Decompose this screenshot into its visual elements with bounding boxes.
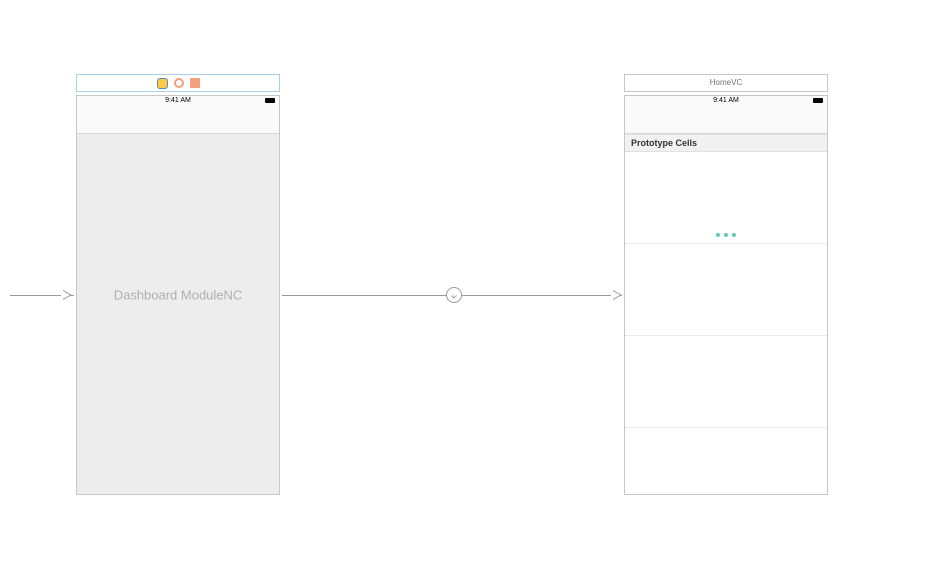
exit-icon[interactable] (190, 78, 200, 88)
page-control-dots (716, 233, 736, 237)
scene-homevc-body[interactable]: 9:41 AM Prototype Cells (624, 95, 828, 495)
scene-homevc-header[interactable]: HomeVC (624, 74, 828, 92)
dot-icon (724, 233, 728, 237)
storyboard-canvas[interactable]: 9:41 AM Dashboard ModuleNC ⟀ HomeVC 9:41… (0, 0, 950, 564)
status-time: 9:41 AM (713, 97, 739, 104)
battery-icon (265, 98, 275, 103)
dot-icon (716, 233, 720, 237)
scene-title: HomeVC (625, 75, 827, 91)
table-cell[interactable] (625, 336, 827, 428)
viewcontroller-icon[interactable] (157, 78, 168, 89)
scene-dashboard-header[interactable] (76, 74, 280, 92)
arrowhead-icon (61, 290, 70, 300)
navigation-bar[interactable] (625, 108, 827, 134)
first-responder-icon[interactable] (174, 78, 184, 88)
battery-icon (813, 98, 823, 103)
status-bar: 9:41 AM (625, 96, 827, 108)
status-time: 9:41 AM (165, 97, 191, 104)
scene-dashboard-body[interactable]: 9:41 AM Dashboard ModuleNC (76, 95, 280, 495)
prototype-cells-header: Prototype Cells (625, 134, 827, 152)
table-cell[interactable] (625, 244, 827, 336)
status-bar: 9:41 AM (77, 96, 279, 108)
dot-icon (732, 233, 736, 237)
placeholder-label: Dashboard ModuleNC (114, 288, 243, 303)
navigation-bar[interactable] (77, 108, 279, 134)
table-cell[interactable] (625, 152, 827, 244)
segue-relationship-icon: ⟀ (449, 290, 459, 300)
scene-header-icons (77, 75, 279, 91)
arrowhead-icon (611, 290, 620, 300)
segue-icon[interactable]: ⟀ (446, 287, 462, 303)
